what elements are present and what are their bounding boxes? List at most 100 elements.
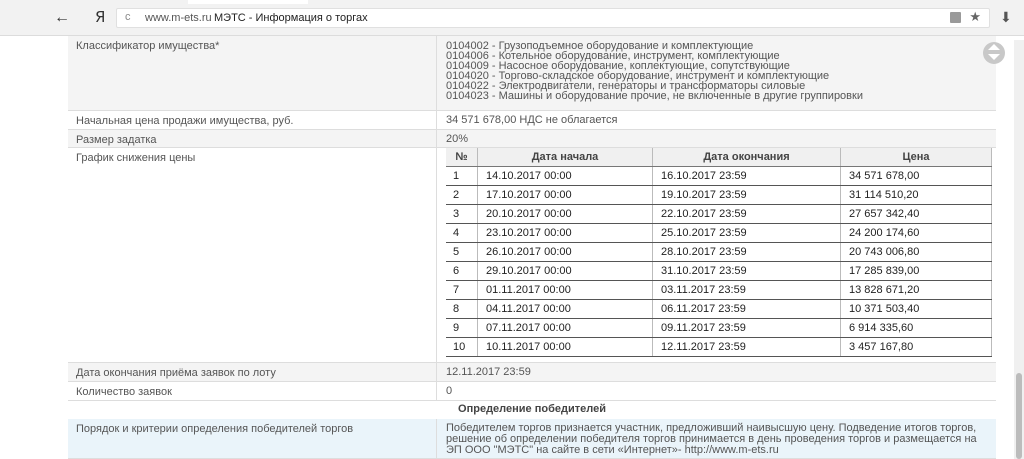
schedule-end: 16.10.2017 23:59 [652,166,841,186]
column-divider [436,111,437,130]
deposit-value: 20% [446,133,469,145]
deadline-value: 12.11.2017 23:59 [446,366,531,378]
column-divider [436,130,437,148]
schedule-row-item: 5 26.10.2017 00:00 28.10.2017 23:59 20 743 … [446,242,992,262]
scroll-down-icon[interactable] [988,54,1000,60]
schedule-end: 03.11.2017 23:59 [652,280,841,300]
schedule-num: 9 [446,318,478,338]
schedule-header-start: Дата начала [477,148,653,167]
criteria-row: Порядок и критерии определения победител… [68,419,996,459]
reload-icon[interactable]: c [125,11,131,23]
schedule-start: 26.10.2017 00:00 [477,242,653,262]
back-arrow-icon[interactable]: ← [54,9,70,27]
column-divider [436,148,437,363]
criteria-value: Победителем торгов признается участник, … [446,422,977,456]
address-domain: www.m-ets.ru [145,12,212,24]
schedule-num: 3 [446,204,478,224]
schedule-end: 12.11.2017 23:59 [652,337,841,357]
schedule-price: 27 657 342,40 [840,204,992,224]
deposit-row: Размер задатка 20% [68,130,996,148]
column-divider [436,36,437,111]
schedule-start: 04.11.2017 00:00 [477,299,653,319]
bids-count-label: Количество заявок [76,386,172,398]
schedule-price: 3 457 167,80 [840,337,992,357]
yandex-logo-icon[interactable]: Я [95,8,105,26]
schedule-end: 31.10.2017 23:59 [652,261,841,281]
schedule-num: 1 [446,166,478,186]
price-schedule-table: № Дата начала Дата окончания Цена 1 14.10… [446,148,992,357]
schedule-num: 5 [446,242,478,262]
schedule-price: 17 285 839,00 [840,261,992,281]
schedule-header-price: Цена [840,148,992,167]
schedule-price: 24 200 174,60 [840,223,992,243]
classifier-list: 0104002 - Грузоподъемное оборудование и … [446,41,986,102]
schedule-end: 19.10.2017 23:59 [652,185,841,205]
schedule-row-item: 2 17.10.2017 00:00 19.10.2017 23:59 31 114 … [446,185,992,205]
schedule-price: 6 914 335,60 [840,318,992,338]
schedule-num: 10 [446,337,478,357]
schedule-row: График снижения цены № Дата начала Дата … [68,148,996,363]
deadline-label: Дата окончания приёма заявок по лоту [76,367,276,379]
schedule-row-item: 6 29.10.2017 00:00 31.10.2017 23:59 17 285 … [446,261,992,281]
classifier-row: Классификатор имущества* 0104002 - Грузо… [68,36,996,111]
reader-mode-icon[interactable] [950,12,961,23]
schedule-end: 06.11.2017 23:59 [652,299,841,319]
schedule-price: 13 828 671,20 [840,280,992,300]
bids-count-row: Количество заявок 0 [68,382,996,401]
schedule-row-item: 8 04.11.2017 00:00 06.11.2017 23:59 10 371 … [446,299,992,319]
schedule-row-item: 9 07.11.2017 00:00 09.11.2017 23:59 6 914 3… [446,318,992,338]
schedule-row-item: 7 01.11.2017 00:00 03.11.2017 23:59 13 828 … [446,280,992,300]
schedule-end: 09.11.2017 23:59 [652,318,841,338]
start-price-label: Начальная цена продажи имущества, руб. [76,115,294,127]
schedule-header-num: № [446,148,478,167]
schedule-num: 6 [446,261,478,281]
criteria-label: Порядок и критерии определения победител… [76,423,354,435]
schedule-start: 10.11.2017 00:00 [477,337,653,357]
start-price-value: 34 571 678,00 НДС не облагается [446,114,618,126]
schedule-num: 8 [446,299,478,319]
classifier-label: Классификатор имущества* [76,40,220,52]
schedule-header-row: № Дата начала Дата окончания Цена [446,148,992,167]
start-price-row: Начальная цена продажи имущества, руб. 3… [68,111,996,130]
deposit-label: Размер задатка [76,134,157,146]
browser-toolbar: ← Я c www.m-ets.ru МЭТС - Информация о т… [0,0,1024,36]
schedule-end: 28.10.2017 23:59 [652,242,841,262]
address-bar[interactable]: c www.m-ets.ru МЭТС - Информация о торга… [116,8,990,28]
schedule-start: 29.10.2017 00:00 [477,261,653,281]
schedule-price: 34 571 678,00 [840,166,992,186]
page-title: МЭТС - Информация о торгах [214,12,368,24]
schedule-start: 20.10.2017 00:00 [477,204,653,224]
schedule-end: 25.10.2017 23:59 [652,223,841,243]
classifier-item: 0104023 - Машины и оборудование прочие, … [446,90,863,102]
schedule-row-item: 1 14.10.2017 00:00 16.10.2017 23:59 34 571 … [446,166,992,186]
lot-info-table: Классификатор имущества* 0104002 - Грузо… [68,36,996,459]
schedule-row-item: 10 10.11.2017 00:00 12.11.2017 23:59 3 457 … [446,337,992,357]
schedule-num: 4 [446,223,478,243]
schedule-header-end: Дата окончания [652,148,841,167]
schedule-num: 2 [446,185,478,205]
schedule-price: 20 743 006,80 [840,242,992,262]
schedule-price: 10 371 503,40 [840,299,992,319]
schedule-price: 31 114 510,20 [840,185,992,205]
column-divider [436,382,437,401]
schedule-label: График снижения цены [76,152,196,164]
schedule-start: 14.10.2017 00:00 [477,166,653,186]
bids-count-value: 0 [446,385,453,397]
schedule-end: 22.10.2017 23:59 [652,204,841,224]
column-divider [436,419,437,459]
page-scroll-button[interactable] [983,42,1005,64]
winners-heading: Определение победителей [458,403,606,415]
scrollbar-thumb[interactable] [1016,373,1022,459]
schedule-start: 17.10.2017 00:00 [477,185,653,205]
schedule-start: 23.10.2017 00:00 [477,223,653,243]
deadline-row: Дата окончания приёма заявок по лоту 12.… [68,363,996,382]
bookmark-star-icon[interactable]: ★ [969,9,981,25]
download-icon[interactable]: ⬇ [1000,9,1012,26]
scroll-up-icon[interactable] [988,44,1000,50]
schedule-start: 07.11.2017 00:00 [477,318,653,338]
active-tab-strip[interactable] [188,0,308,4]
column-divider [436,363,437,382]
schedule-row-item: 4 23.10.2017 00:00 25.10.2017 23:59 24 200 … [446,223,992,243]
schedule-row-item: 3 20.10.2017 00:00 22.10.2017 23:59 27 657 … [446,204,992,224]
schedule-start: 01.11.2017 00:00 [477,280,653,300]
